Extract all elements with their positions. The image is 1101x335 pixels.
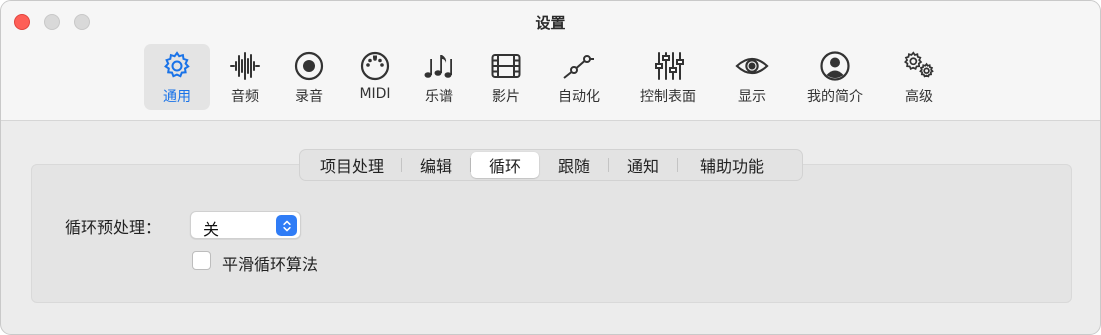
gear-icon [160, 50, 194, 82]
toolbar-item-advanced[interactable]: 高级 [890, 44, 948, 110]
toolbar-label-movie: 影片 [492, 89, 520, 105]
film-icon [489, 50, 523, 82]
loop-preprocess-popup[interactable]: 关 [190, 211, 301, 239]
tab-notifications[interactable]: 通知 [609, 152, 677, 178]
preferences-toolbar: 通用 音频 录音 MIDI 乐谱 影片 自动化 控制表面 显示 我的简介 高级 [1, 41, 1100, 111]
toolbar-item-automation[interactable]: 自动化 [547, 44, 611, 110]
titlebar: 设置 通用 音频 录音 MIDI 乐谱 影片 自动化 控制表面 显示 我的简介 … [1, 1, 1100, 121]
tab-catch[interactable]: 跟随 [540, 152, 608, 178]
window-title: 设置 [535, 14, 566, 32]
eye-icon [735, 50, 769, 82]
toolbar-item-recording[interactable]: 录音 [283, 44, 335, 110]
toolbar-label-automation: 自动化 [558, 89, 600, 105]
tab-editing[interactable]: 编辑 [402, 152, 470, 178]
toolbar-label-my-info: 我的简介 [807, 89, 863, 105]
tab-accessibility[interactable]: 辅助功能 [678, 152, 786, 178]
smooth-loop-checkbox[interactable] [192, 251, 211, 270]
toolbar-item-audio[interactable]: 音频 [219, 44, 271, 110]
toolbar-item-control-surfaces[interactable]: 控制表面 [631, 44, 705, 110]
toolbar-item-display[interactable]: 显示 [723, 44, 781, 110]
person-icon [818, 50, 852, 82]
toolbar-label-score: 乐谱 [425, 89, 453, 105]
music-notes-icon [422, 50, 456, 82]
tab-cycle[interactable]: 循环 [471, 152, 539, 178]
chevron-updown-icon [276, 215, 297, 236]
record-icon [292, 50, 326, 82]
loop-preprocess-label: 循环预处理： [65, 218, 162, 237]
waveform-icon [228, 50, 262, 82]
midi-port-icon [358, 50, 392, 82]
toolbar-item-my-info[interactable]: 我的简介 [798, 44, 872, 110]
loop-preprocess-value: 关 [203, 220, 220, 239]
content-panel [31, 164, 1072, 303]
toolbar-label-midi: MIDI [359, 86, 391, 102]
toolbar-label-general: 通用 [163, 89, 191, 105]
smooth-loop-label[interactable]: 平滑循环算法 [222, 251, 318, 275]
tab-bar: 项目处理 编辑 循环 跟随 通知 辅助功能 [299, 149, 803, 181]
toolbar-item-midi[interactable]: MIDI [347, 44, 403, 110]
tab-project-handling[interactable]: 项目处理 [303, 152, 401, 178]
toolbar-item-movie[interactable]: 影片 [480, 44, 532, 110]
toolbar-label-audio: 音频 [231, 89, 259, 105]
toolbar-label-advanced: 高级 [905, 89, 933, 105]
gears-icon [902, 50, 936, 82]
sliders-icon [651, 50, 685, 82]
settings-window: 设置 通用 音频 录音 MIDI 乐谱 影片 自动化 控制表面 显示 我的简介 … [0, 0, 1101, 335]
toolbar-label-recording: 录音 [295, 89, 323, 105]
toolbar-item-general[interactable]: 通用 [144, 44, 210, 110]
toolbar-label-display: 显示 [738, 89, 766, 105]
automation-curve-icon [562, 50, 596, 82]
toolbar-item-score[interactable]: 乐谱 [413, 44, 465, 110]
toolbar-label-control-surfaces: 控制表面 [640, 89, 696, 105]
